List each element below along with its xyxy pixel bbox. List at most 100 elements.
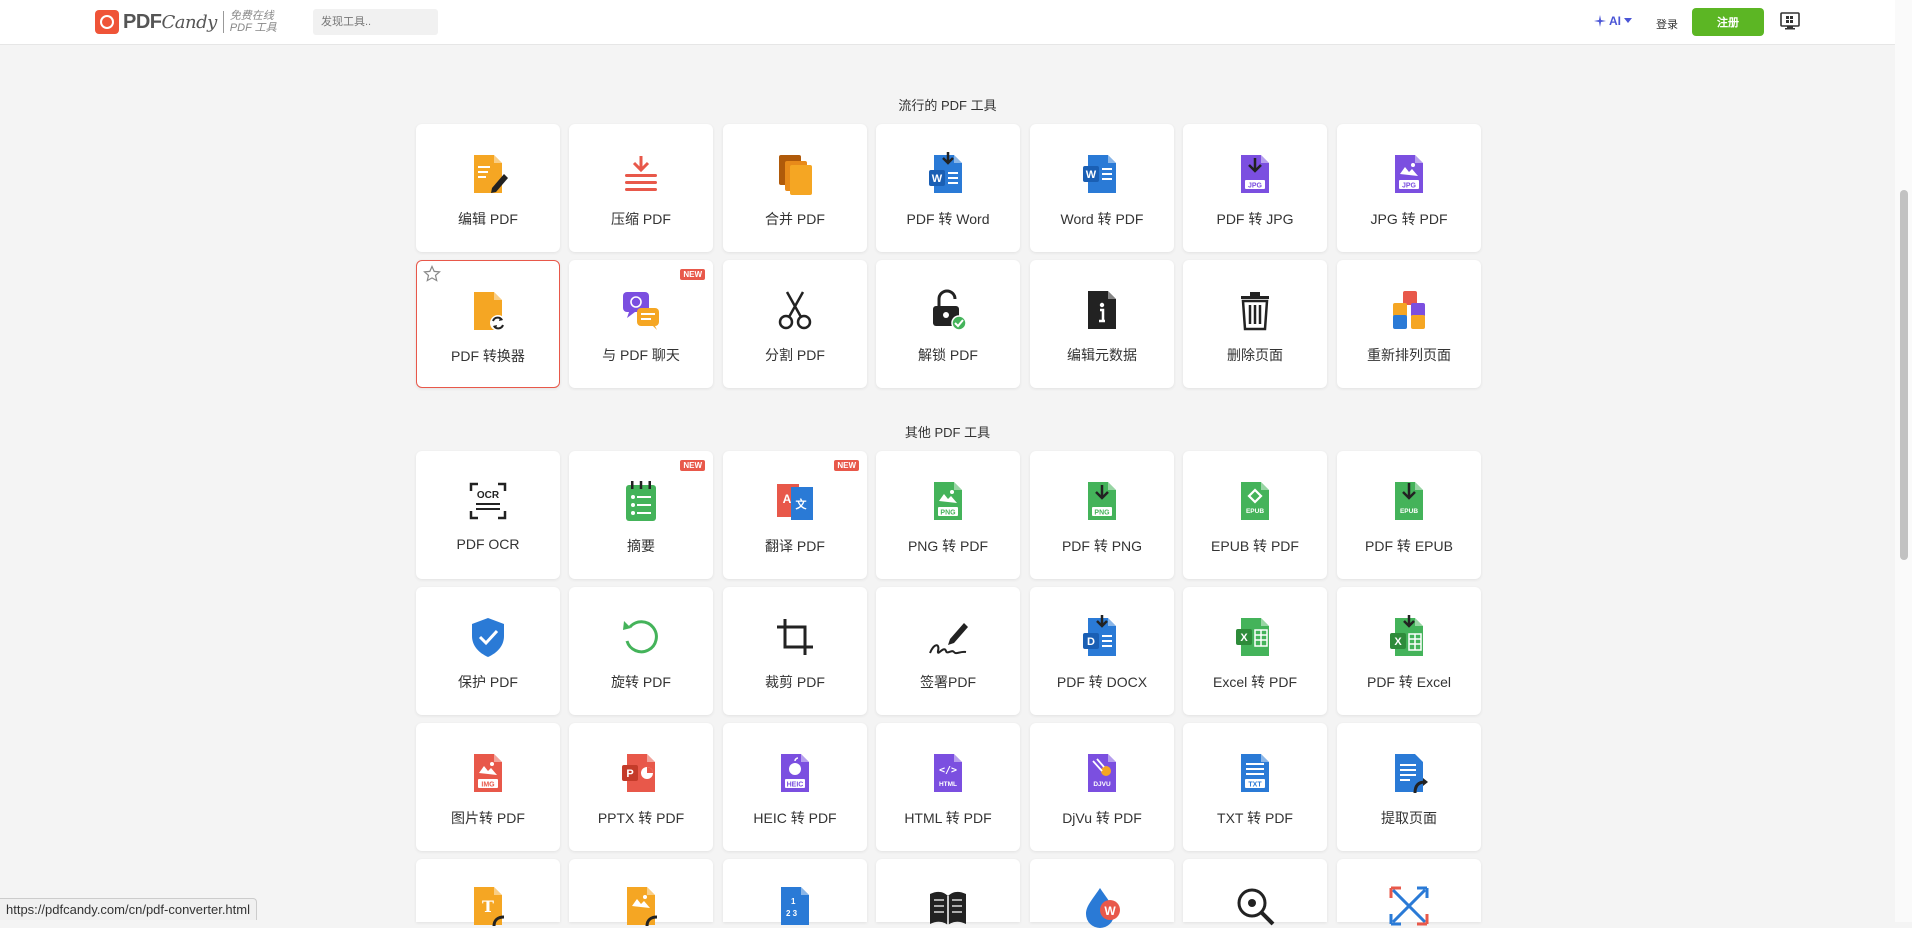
svg-text:X: X [1240, 632, 1248, 644]
svg-text:JPG: JPG [1248, 183, 1263, 190]
status-bar-url: https://pdfcandy.com/cn/pdf-converter.ht… [0, 898, 257, 920]
excel-to-pdf-icon: X [1236, 618, 1269, 656]
pdf-to-docx-icon: D [1083, 615, 1116, 656]
ai-menu-button[interactable]: AI [1594, 14, 1632, 28]
svg-text:HEIC: HEIC [787, 782, 804, 789]
crop-icon [777, 619, 813, 655]
tool-card-label: EPUB 转 PDF [1211, 538, 1299, 554]
tool-card-pdf-to-epub[interactable]: EPUB PDF 转 EPUB [1337, 451, 1481, 579]
tool-card-image-to-pdf[interactable]: IMG 图片转 PDF [416, 723, 560, 851]
tool-card-jpg-to-pdf[interactable]: JPG JPG 转 PDF [1337, 124, 1481, 252]
tool-card-pdf-to-excel[interactable]: X PDF 转 Excel [1337, 587, 1481, 715]
tool-card-compress-pdf[interactable]: 压缩 PDF [569, 124, 713, 252]
tool-card-unlock[interactable]: 解锁 PDF [876, 260, 1020, 388]
svg-text:W: W [932, 173, 943, 185]
tool-card-djvu-to-pdf[interactable]: DJVU DjVu 转 PDF [1030, 723, 1174, 851]
tool-card-extract-pages[interactable]: 提取页面 [1337, 723, 1481, 851]
desktop-app-icon[interactable] [1780, 11, 1800, 31]
chat-pdf-icon [623, 292, 659, 330]
tool-card-scissors[interactable]: 分割 PDF [723, 260, 867, 388]
tool-card-pdf-converter[interactable]: PDF 转换器 [416, 260, 560, 388]
svg-text:IMG: IMG [481, 782, 495, 789]
tool-card-label: HEIC 转 PDF [753, 810, 837, 826]
svg-text:T: T [482, 897, 494, 916]
heic-to-pdf-icon: HEIC [781, 754, 809, 792]
extract-pages-icon [1395, 754, 1428, 794]
merge-pdf-icon [779, 155, 812, 195]
tool-card-chat-pdf[interactable]: 与 PDF 聊天 NEW [569, 260, 713, 388]
tool-card-shield[interactable]: 保护 PDF [416, 587, 560, 715]
svg-text:</>: </> [939, 765, 957, 776]
txt-to-pdf-icon: TXT [1241, 754, 1269, 792]
tool-card-ocr[interactable]: OCR PDF OCR [416, 451, 560, 579]
tool-card-label: 与 PDF 聊天 [602, 347, 680, 363]
chevron-down-icon [1624, 18, 1632, 23]
tool-card-png-to-pdf[interactable]: PNG PNG 转 PDF [876, 451, 1020, 579]
other-tools-title: 其他 PDF 工具 [904, 425, 991, 440]
tool-card-metadata[interactable]: 编辑元数据 [1030, 260, 1174, 388]
tool-card-partial[interactable] [1183, 859, 1327, 926]
image-export-icon [627, 887, 658, 927]
tool-card-signature[interactable]: 签署PDF [876, 587, 1020, 715]
tool-card-label: 保护 PDF [458, 674, 518, 690]
tool-card-crop[interactable]: 裁剪 PDF [723, 587, 867, 715]
logo-divider [222, 11, 224, 33]
tool-card-pdf-to-docx[interactable]: D PDF 转 DOCX [1030, 587, 1174, 715]
tool-card-trash[interactable]: 删除页面 [1183, 260, 1327, 388]
tool-card-label: 摘要 [627, 538, 655, 554]
svg-text:PNG: PNG [940, 510, 956, 517]
star-icon[interactable] [423, 265, 441, 283]
ocr-icon: OCR [469, 482, 507, 520]
tool-card-edit-pdf[interactable]: 编辑 PDF [416, 124, 560, 252]
svg-text:TXT: TXT [1248, 782, 1262, 789]
svg-text:DJVU: DJVU [1093, 781, 1111, 788]
logo-text: PDF [123, 10, 162, 33]
tool-card-excel-to-pdf[interactable]: X Excel 转 PDF [1183, 587, 1327, 715]
svg-text:OCR: OCR [477, 490, 500, 501]
tool-card-partial[interactable]: W [1030, 859, 1174, 928]
register-button[interactable]: 注册 [1692, 8, 1764, 36]
tool-card-translate[interactable]: A 文翻译 PDF NEW [723, 451, 867, 579]
svg-text:W: W [1104, 904, 1116, 918]
tool-card-label: PDF 转 Excel [1366, 674, 1451, 690]
tool-card-partial[interactable] [876, 859, 1020, 925]
word-to-pdf-icon: W [1083, 155, 1116, 193]
svg-text:A: A [783, 492, 792, 506]
magnify-search-icon [1237, 888, 1275, 926]
pdf-converter-icon [474, 292, 506, 331]
scrollbar-thumb[interactable] [1900, 190, 1908, 560]
tool-card-partial[interactable]: 12 3 [723, 859, 867, 925]
tool-card-pdf-to-png[interactable]: PNG PDF 转 PNG [1030, 451, 1174, 579]
new-badge: NEW [834, 460, 859, 471]
translate-icon: A文 [777, 484, 813, 520]
tool-card-word-to-pdf[interactable]: W Word 转 PDF [1030, 124, 1174, 252]
tool-card-pptx-to-pdf[interactable]: P PPTX 转 PDF [569, 723, 713, 851]
logo-sub-line2: PDF 工具 [229, 22, 277, 34]
tool-card-partial[interactable]: T [416, 859, 560, 927]
watermark-icon: W [1086, 888, 1120, 928]
tool-card-merge-pdf[interactable]: 合并 PDF [723, 124, 867, 252]
tool-card-partial[interactable] [569, 859, 713, 927]
tool-card-rearrange[interactable]: 重新排列页面 [1337, 260, 1481, 388]
tool-card-heic-to-pdf[interactable]: HEIC HEIC 转 PDF [723, 723, 867, 851]
png-to-pdf-icon: PNG [934, 482, 962, 520]
pdf-to-png-icon: PNG [1088, 482, 1116, 520]
tool-card-pdf-to-jpg[interactable]: JPG PDF 转 JPG [1183, 124, 1327, 252]
epub-to-pdf-icon: EPUB [1241, 482, 1269, 520]
tool-card-epub-to-pdf[interactable]: EPUB EPUB 转 PDF [1183, 451, 1327, 579]
tool-card-rotate[interactable]: 旋转 PDF [569, 587, 713, 715]
tool-card-txt-to-pdf[interactable]: TXT TXT 转 PDF [1183, 723, 1327, 851]
tool-card-pdf-to-word[interactable]: W PDF 转 Word [876, 124, 1020, 252]
site-logo[interactable]: PDFCandy 免费在线 PDF 工具 [95, 10, 277, 34]
svg-text:HTML: HTML [939, 781, 957, 788]
login-link[interactable]: 登录 [1656, 16, 1678, 32]
tool-card-html-to-pdf[interactable]: </> HTML HTML 转 PDF [876, 723, 1020, 851]
signature-icon [929, 623, 968, 655]
search-input[interactable] [313, 9, 438, 35]
tool-card-partial[interactable] [1337, 859, 1481, 926]
image-to-pdf-icon: IMG [474, 754, 502, 792]
compress-pdf-icon [625, 156, 657, 191]
tool-card-label: PDF OCR [456, 536, 520, 552]
tool-card-summary[interactable]: 摘要 NEW [569, 451, 713, 579]
tool-card-label: 翻译 PDF [765, 538, 825, 554]
